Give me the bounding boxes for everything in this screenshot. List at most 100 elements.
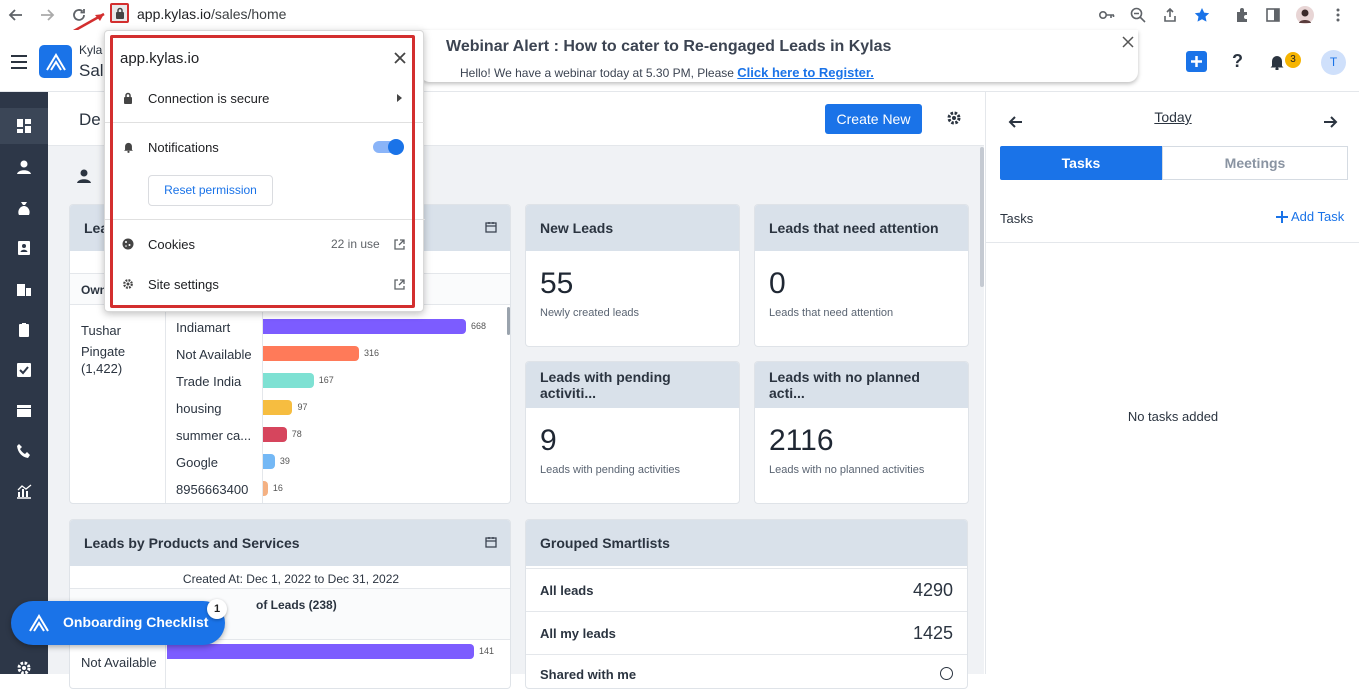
url-host: app.kylas.io	[137, 6, 211, 22]
bookmark-star-icon[interactable]	[1192, 5, 1212, 25]
sidepanel-icon[interactable]	[1263, 5, 1283, 25]
external-link-icon	[394, 278, 405, 290]
products-date-range: Created At: Dec 1, 2022 to Dec 31, 2022	[182, 572, 400, 586]
add-task-link[interactable]: Add Task	[1276, 209, 1344, 224]
sidebar-quotes-icon[interactable]	[0, 312, 48, 348]
bar[interactable]	[263, 373, 314, 388]
sidebar-leads-icon[interactable]	[0, 149, 48, 185]
card-scrollbar[interactable]	[507, 307, 510, 335]
back-icon[interactable]	[6, 5, 26, 25]
tasks-section-label: Tasks	[1000, 211, 1034, 226]
webinar-title: Webinar Alert : How to cater to Re-engag…	[446, 38, 892, 55]
bar[interactable]	[263, 319, 466, 334]
attention-card[interactable]: Leads that need attention 0 Leads that n…	[754, 204, 969, 347]
scrollbar-thumb[interactable]	[980, 147, 984, 287]
products-calendar-icon[interactable]	[485, 536, 497, 548]
toggle-knob	[388, 139, 404, 155]
webinar-text: Hello! We have a webinar today at 5.30 P…	[460, 66, 734, 80]
products-title: Leads by Products and Services	[70, 520, 510, 566]
sidebar-companies-icon[interactable]	[0, 271, 48, 307]
sidebar-calendar-icon[interactable]	[0, 392, 48, 428]
webinar-close-icon[interactable]	[1122, 36, 1134, 48]
smartlist-label: All leads	[540, 582, 594, 598]
lock-icon	[124, 92, 132, 104]
help-icon[interactable]: ?	[1232, 51, 1243, 72]
tab-meetings[interactable]: Meetings	[1162, 146, 1348, 180]
sidebar-dashboard-icon[interactable]	[0, 108, 48, 144]
sidebar-contacts-icon[interactable]	[0, 230, 48, 266]
smartlist-label: Shared with me	[540, 667, 637, 682]
sidebar-tasks-icon[interactable]	[0, 352, 48, 388]
zoom-icon[interactable]	[1128, 5, 1148, 25]
bar-label: summer ca...	[176, 428, 252, 443]
bar-label: Indiamart	[176, 320, 231, 335]
smartlist-row[interactable]: All leads 4290	[526, 568, 967, 611]
profile-avatar-icon[interactable]	[1295, 5, 1315, 25]
bar-value: 167	[318, 375, 334, 385]
add-new-button[interactable]	[1186, 51, 1207, 72]
smartlist-count: 4290	[912, 579, 953, 600]
sidebar-deals-icon[interactable]	[0, 190, 48, 226]
grouped-smartlists-card: Grouped Smartlists All leads 4290 All my…	[525, 519, 968, 689]
create-new-button[interactable]: Create New	[825, 104, 922, 134]
pending-activities-card[interactable]: Leads with pending activiti... 9 Leads w…	[525, 361, 740, 504]
more-menu-icon[interactable]	[1328, 5, 1348, 25]
bar[interactable]	[263, 481, 268, 496]
attention-title: Leads that need attention	[755, 205, 968, 251]
notification-bell-icon[interactable]	[1269, 54, 1285, 71]
bar[interactable]	[263, 400, 293, 415]
key-icon[interactable]	[1097, 5, 1117, 25]
site-info-lock-icon[interactable]	[110, 3, 129, 23]
bell-icon	[124, 142, 133, 153]
reset-permission-button[interactable]: Reset permission	[148, 175, 273, 206]
calendar-icon[interactable]	[485, 221, 497, 233]
address-bar[interactable]: app.kylas.io/sales/home	[137, 6, 286, 22]
sidebar-settings-icon[interactable]	[0, 650, 48, 686]
dashboard-title[interactable]: De	[79, 110, 101, 130]
no-planned-title: Leads with no planned acti...	[755, 362, 968, 408]
sidebar-reports-icon[interactable]	[0, 473, 48, 509]
tab-tasks[interactable]: Tasks	[1000, 146, 1162, 180]
extensions-icon[interactable]	[1232, 5, 1252, 25]
bar[interactable]	[263, 346, 360, 361]
bar[interactable]	[263, 454, 275, 469]
site-settings-row[interactable]: Site settings	[105, 275, 425, 293]
bar-value: 97	[297, 402, 308, 412]
no-planned-sub: Leads with no planned activities	[769, 464, 925, 476]
cookies-row[interactable]: Cookies 22 in use	[105, 235, 425, 253]
add-task-label: Add Task	[1291, 209, 1345, 224]
sidebar-calls-icon[interactable]	[0, 433, 48, 469]
url-path: /sales/home	[210, 6, 287, 22]
new-leads-card[interactable]: New Leads 55 Newly created leads	[525, 204, 740, 347]
onboarding-checklist-button[interactable]: Onboarding Checklist 1	[11, 599, 227, 645]
connection-secure-row[interactable]: Connection is secure	[105, 89, 425, 107]
user-avatar[interactable]: T	[1321, 50, 1346, 75]
smartlist-row[interactable]: Shared with me	[526, 654, 967, 688]
cookie-icon	[122, 238, 134, 250]
bar[interactable]	[263, 427, 287, 442]
kylas-logo-icon[interactable]	[39, 45, 72, 78]
popup-close-icon[interactable]	[394, 52, 406, 64]
owner-divider	[165, 306, 166, 503]
new-leads-title: New Leads	[526, 205, 739, 251]
no-planned-card[interactable]: Leads with no planned acti... 2116 Leads…	[754, 361, 969, 504]
notifications-toggle[interactable]	[373, 139, 404, 155]
no-tasks-message: No tasks added	[1127, 409, 1219, 424]
notifications-label: Notifications	[148, 139, 219, 155]
user-filter-icon[interactable]	[76, 168, 92, 184]
webinar-register-link[interactable]: Click here to Register.	[737, 65, 874, 80]
forward-icon[interactable]	[37, 5, 57, 25]
attention-sub: Leads that need attention	[769, 307, 894, 319]
connection-secure-label: Connection is secure	[148, 90, 270, 106]
hamburger-icon[interactable]	[11, 55, 27, 69]
bar[interactable]	[167, 644, 474, 659]
day-label[interactable]: Today	[986, 109, 1359, 125]
smartlist-row[interactable]: All my leads 1425	[526, 611, 967, 654]
share-icon[interactable]	[1160, 5, 1180, 25]
bar-value: 668	[471, 321, 487, 331]
dashboard-settings-gear-icon[interactable]	[946, 110, 962, 126]
new-leads-sub: Newly created leads	[540, 307, 640, 319]
bar-label: housing	[176, 401, 222, 416]
next-day-arrow-icon[interactable]	[1322, 114, 1338, 130]
notifications-row: Notifications	[105, 138, 425, 156]
